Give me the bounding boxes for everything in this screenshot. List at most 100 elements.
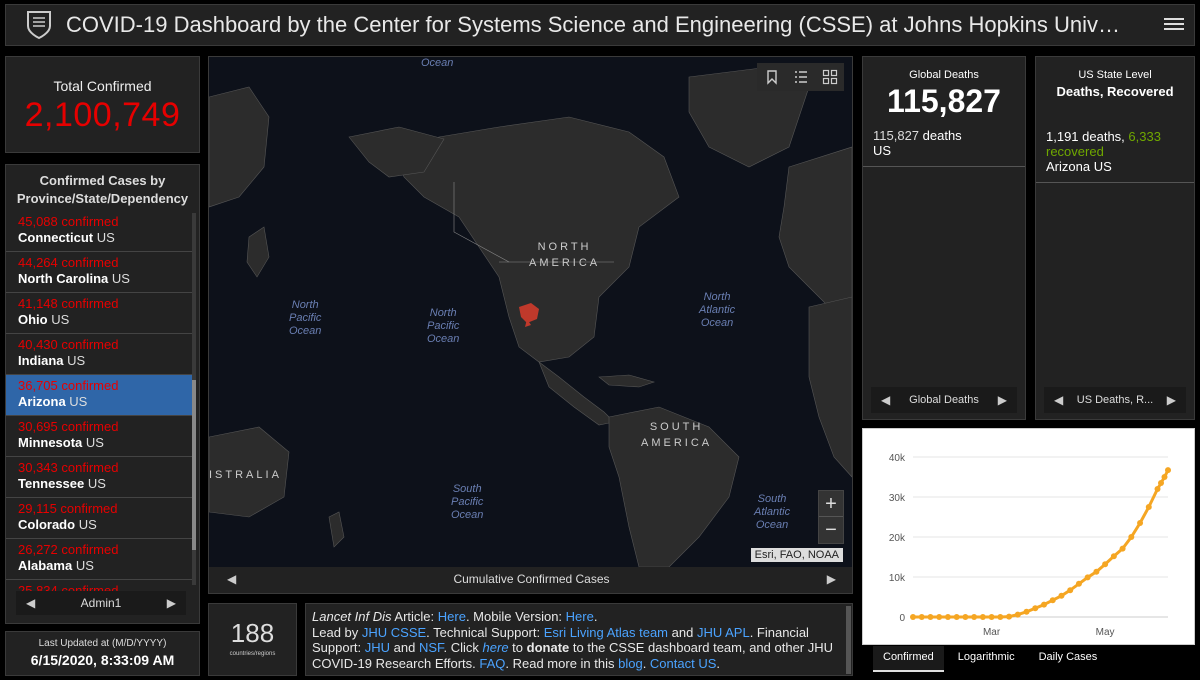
chart-tab-logarithmic[interactable]: Logarithmic (947, 646, 1025, 672)
country-count-value: 188 (230, 618, 275, 648)
us-state-title: US State Level (1078, 69, 1152, 81)
south-atlantic-label: South Atlantic Ocean (754, 493, 791, 531)
province-list-item[interactable]: 40,430 confirmed Indiana US (6, 334, 193, 375)
south-pacific-label: South Pacific Ocean (451, 483, 484, 521)
map-pager-label: Cumulative Confirmed Cases (453, 572, 610, 586)
ocean-top-label: Ocean (421, 57, 454, 69)
north-pacific-label-2: North Pacific Ocean (427, 307, 460, 345)
us-state-list-item[interactable]: 1,191 deaths, 6,333 recovered Arizona US (1036, 121, 1194, 183)
chart-x-tick-label: Mar (983, 627, 1001, 638)
province-list-item[interactable]: 26,272 confirmed Alabama US (6, 539, 193, 580)
chart-data-point (1119, 545, 1126, 552)
us-state-pager-label: US Deaths, R... (1076, 394, 1154, 406)
chart-data-point (979, 614, 986, 620)
us-state-subtitle: Deaths, Recovered (1056, 84, 1174, 99)
chart-data-point (936, 614, 943, 620)
map-prev-arrow-icon[interactable]: ◀ (227, 572, 236, 586)
province-list-item[interactable]: 36,705 confirmed Arizona US (6, 375, 193, 416)
chart-data-point (1165, 467, 1171, 474)
chart-y-tick-label: 20k (889, 533, 906, 544)
jhu-csse-link[interactable]: JHU CSSE (362, 625, 426, 640)
chart-data-point (927, 614, 934, 620)
chart-data-point (1006, 613, 1013, 620)
jhu-apl-link[interactable]: JHU APL (697, 625, 750, 640)
donate-here-link[interactable]: here (483, 640, 509, 655)
chart-data-point (1075, 580, 1082, 587)
blog-link[interactable]: blog (618, 656, 643, 671)
chart-data-point (1032, 605, 1039, 612)
chart-data-point (1093, 568, 1100, 575)
chart-series-line (913, 469, 1170, 619)
map-next-arrow-icon[interactable]: ▶ (827, 572, 836, 586)
chart-data-point (988, 614, 995, 620)
total-confirmed-label: Total Confirmed (53, 78, 152, 94)
global-deaths-panel: Global Deaths 115,827 115,827 deaths US … (862, 56, 1026, 420)
mobile-version-link[interactable]: Here (566, 609, 594, 624)
us-prev-arrow-icon[interactable]: ◀ (1054, 393, 1063, 407)
next-arrow-icon[interactable]: ▶ (167, 596, 176, 610)
us-state-pager: ◀ US Deaths, R... ▶ (1044, 387, 1186, 413)
total-confirmed-panel: Total Confirmed 2,100,749 (5, 56, 200, 153)
chart-tab-confirmed[interactable]: Confirmed (873, 646, 944, 672)
esri-living-atlas-link[interactable]: Esri Living Atlas team (544, 625, 668, 640)
contact-us-link[interactable]: Contact US (650, 656, 716, 671)
north-pacific-label-1: North Pacific Ocean (289, 299, 322, 337)
bookmark-icon[interactable] (764, 69, 780, 85)
deaths-prev-arrow-icon[interactable]: ◀ (881, 393, 890, 407)
map-toolbar (757, 63, 844, 91)
zoom-control: + − (818, 490, 844, 544)
province-list-item[interactable]: 30,695 confirmed Minnesota US (6, 416, 193, 457)
jhu-link[interactable]: JHU (365, 640, 390, 655)
province-list-item[interactable]: 30,343 confirmed Tennessee US (6, 457, 193, 498)
chart-data-point (918, 614, 925, 620)
chart-data-point (910, 614, 916, 620)
zoom-in-button[interactable]: + (819, 491, 843, 517)
deaths-next-arrow-icon[interactable]: ▶ (998, 393, 1007, 407)
basemap-gallery-icon[interactable] (822, 69, 838, 85)
header-bar: COVID-19 Dashboard by the Center for Sys… (5, 4, 1195, 46)
last-updated-label: Last Updated at (M/D/YYYY) (38, 638, 167, 649)
chart-data-point (1067, 587, 1074, 594)
chart-data-point (1110, 553, 1117, 560)
chart-data-point (953, 614, 960, 620)
chart-data-point (1154, 486, 1161, 492)
province-list-item[interactable]: 29,115 confirmed Colorado US (6, 498, 193, 539)
nsf-link[interactable]: NSF (419, 640, 444, 655)
country-count-panel: 188 countries/regions (208, 603, 297, 676)
last-updated-panel: Last Updated at (M/D/YYYY) 6/15/2020, 8:… (5, 631, 200, 676)
list-scrollbar-thumb[interactable] (192, 380, 196, 550)
south-america-label: SOUTH AMERICA (641, 421, 713, 449)
chart-x-tick-label: May (1096, 627, 1115, 638)
page-title: COVID-19 Dashboard by the Center for Sys… (66, 12, 1126, 37)
world-map[interactable]: Ocean North Pacific Ocean North Pacific Ocea… (209, 57, 852, 567)
list-pager-label: Admin1 (80, 596, 122, 610)
chart-data-point (1161, 474, 1168, 480)
faq-link[interactable]: FAQ (479, 656, 505, 671)
province-list-item[interactable]: 41,148 confirmed Ohio US (6, 293, 193, 334)
info-scrollbar[interactable] (846, 606, 851, 674)
chart-y-tick-label: 30k (889, 493, 906, 504)
chart-y-tick-label: 0 (899, 613, 905, 624)
chart-data-point (944, 614, 951, 620)
global-deaths-pager: ◀ Global Deaths ▶ (871, 387, 1017, 413)
chart-tab-daily-cases[interactable]: Daily Cases (1028, 646, 1108, 672)
province-list-header: Confirmed Cases by Province/State/Depend… (16, 173, 189, 206)
info-text: Lancet Inf Dis Article: Here. Mobile Ver… (312, 609, 834, 671)
province-list-item[interactable]: 45,088 confirmed Connecticut US (6, 211, 193, 252)
province-list[interactable]: 45,088 confirmed Connecticut US 44,264 con… (6, 211, 193, 591)
province-list-item[interactable]: 44,264 confirmed North Carolina US (6, 252, 193, 293)
article-link[interactable]: Here (438, 609, 466, 624)
province-list-item[interactable]: 25,834 confirmed (6, 580, 193, 591)
deaths-list-item[interactable]: 115,827 deaths US (863, 120, 1025, 167)
chart-y-tick-label: 10k (889, 573, 906, 584)
chart-data-point (1158, 480, 1165, 486)
list-icon[interactable] (793, 69, 809, 85)
map-attribution: Esri, FAO, NOAA (750, 548, 843, 562)
chart-data-point (1084, 574, 1091, 581)
hamburger-menu-icon[interactable] (1164, 15, 1184, 35)
us-next-arrow-icon[interactable]: ▶ (1167, 393, 1176, 407)
global-deaths-value: 115,827 (887, 83, 1001, 119)
prev-arrow-icon[interactable]: ◀ (26, 596, 35, 610)
last-updated-value: 6/15/2020, 8:33:09 AM (30, 652, 175, 668)
zoom-out-button[interactable]: − (819, 517, 843, 543)
